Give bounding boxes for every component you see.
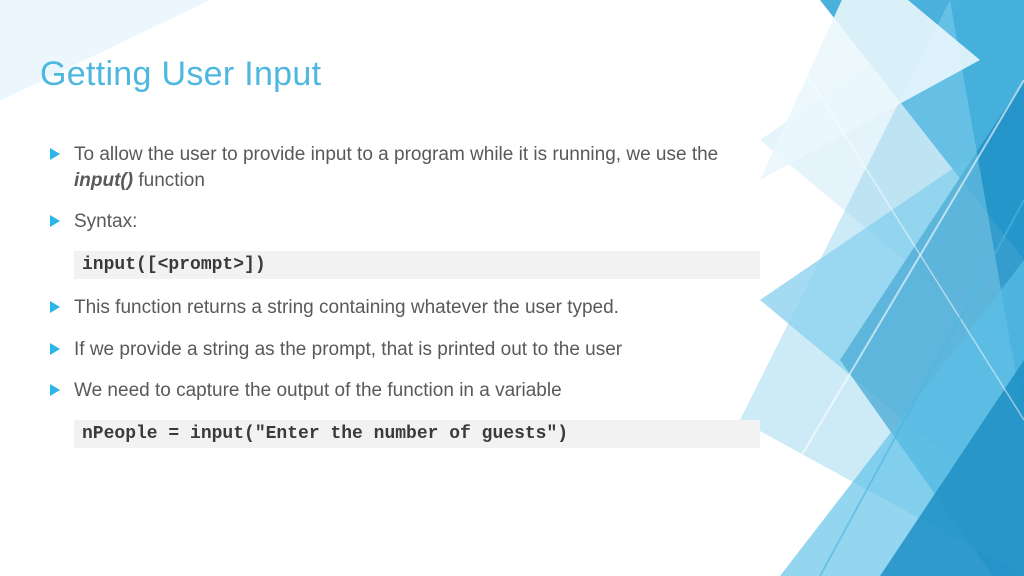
code-block: nPeople = input("Enter the number of gue…	[74, 420, 760, 448]
inline-code-emphasis: input()	[74, 170, 133, 191]
bullet-text: This function returns a string containin…	[74, 297, 619, 318]
bullet-list: This function returns a string containin…	[40, 295, 760, 404]
slide-title: Getting User Input	[40, 55, 760, 94]
bullet-item: If we provide a string as the prompt, th…	[40, 337, 760, 363]
bullet-text: To allow the user to provide input to a …	[74, 144, 718, 165]
bullet-text: Syntax:	[74, 211, 137, 232]
content-area: Getting User Input To allow the user to …	[40, 55, 760, 464]
bullet-item: We need to capture the output of the fun…	[40, 378, 760, 404]
bullet-list: To allow the user to provide input to a …	[40, 142, 760, 235]
bullet-item: Syntax:	[40, 209, 760, 235]
bullet-text: If we provide a string as the prompt, th…	[74, 339, 622, 360]
bullet-text: function	[133, 170, 205, 191]
bullet-text: We need to capture the output of the fun…	[74, 380, 562, 401]
bullet-item: To allow the user to provide input to a …	[40, 142, 760, 193]
bullet-item: This function returns a string containin…	[40, 295, 760, 321]
slide: Getting User Input To allow the user to …	[0, 0, 1024, 576]
code-block: input([<prompt>])	[74, 251, 760, 279]
